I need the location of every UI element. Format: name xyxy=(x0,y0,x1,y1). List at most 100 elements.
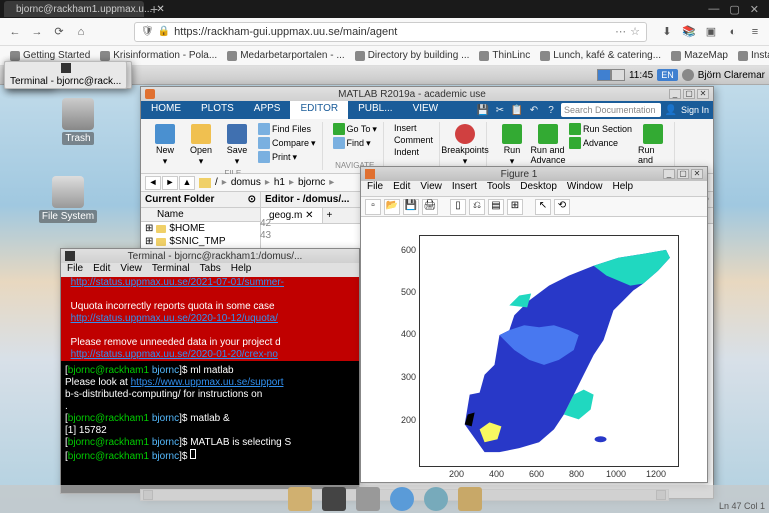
comment-button[interactable]: Comment xyxy=(392,134,435,146)
bookmark-item[interactable]: Directory by building ... xyxy=(351,49,474,62)
menu-edit[interactable]: Edit xyxy=(93,263,110,277)
indent-button[interactable]: Indent xyxy=(392,146,435,158)
menu-file[interactable]: File xyxy=(367,181,383,196)
tab-home[interactable]: HOME xyxy=(141,101,191,119)
menu-view[interactable]: View xyxy=(420,181,442,196)
print-button[interactable]: Print ▾ xyxy=(256,150,318,164)
menu-icon[interactable]: ≡ xyxy=(747,24,763,40)
tab-apps[interactable]: APPS xyxy=(244,101,291,119)
breakpoints-button[interactable]: Breakpoints▾ xyxy=(448,122,482,169)
maximize-button[interactable]: ▢ xyxy=(677,169,689,179)
menu-terminal[interactable]: Terminal xyxy=(152,263,190,277)
menu-insert[interactable]: Insert xyxy=(452,181,477,196)
print-icon[interactable]: 🖨 xyxy=(422,199,438,215)
save-icon[interactable]: 💾 xyxy=(476,103,490,117)
account-icon[interactable]: ◐ xyxy=(725,24,741,40)
find-button[interactable]: Find ▾ xyxy=(331,136,379,150)
tab-plots[interactable]: PLOTS xyxy=(191,101,244,119)
home-button[interactable]: ⌂ xyxy=(72,23,90,41)
new-figure-icon[interactable]: ▫ xyxy=(365,199,381,215)
folder-item[interactable]: ⊞$SNIC_TMP xyxy=(141,235,260,248)
path-fwd-button[interactable]: ► xyxy=(162,176,178,190)
menu-tools[interactable]: Tools xyxy=(487,181,510,196)
advance-button[interactable]: Advance xyxy=(567,136,634,150)
desktop-filesystem[interactable]: File System xyxy=(38,176,98,223)
tab-editor[interactable]: EDITOR xyxy=(290,101,348,119)
page-actions-icon[interactable]: ⋯ xyxy=(615,25,626,38)
window-minimize-icon[interactable]: — xyxy=(708,3,719,16)
bookmark-star-icon[interactable]: ☆ xyxy=(630,25,640,38)
help-icon[interactable]: ? xyxy=(544,103,558,117)
find-files-button[interactable]: Find Files xyxy=(256,122,318,136)
minimize-button[interactable]: _ xyxy=(669,89,681,99)
path-back-button[interactable]: ◄ xyxy=(145,176,161,190)
search-docs[interactable]: Search Documentation xyxy=(561,103,661,117)
menu-window[interactable]: Window xyxy=(567,181,603,196)
bookmark-item[interactable]: Lunch, kafé & catering... xyxy=(536,49,665,62)
maximize-button[interactable]: ▢ xyxy=(683,89,695,99)
menu-desktop[interactable]: Desktop xyxy=(520,181,557,196)
compare-button[interactable]: Compare ▾ xyxy=(256,136,318,150)
menu-tabs[interactable]: Tabs xyxy=(200,263,221,277)
tab-view[interactable]: VIEW xyxy=(403,101,449,119)
dock-editor-icon[interactable] xyxy=(356,487,380,511)
menu-edit[interactable]: Edit xyxy=(393,181,410,196)
dock-browser-icon[interactable] xyxy=(390,487,414,511)
matlab-titlebar[interactable]: MATLAB R2019a - academic use _ ▢ ✕ xyxy=(141,87,713,101)
window-maximize-icon[interactable]: ▢ xyxy=(729,3,739,16)
path-up-button[interactable]: ▲ xyxy=(179,176,195,190)
dock-folder-icon[interactable] xyxy=(458,487,482,511)
terminal-output[interactable]: http://status.uppmax.uu.se/2021-07-01/su… xyxy=(61,277,359,493)
tab-publish[interactable]: PUBL... xyxy=(348,101,402,119)
desktop-trash[interactable]: Trash xyxy=(48,98,108,145)
save-icon[interactable]: 💾 xyxy=(403,199,419,215)
browser-tab[interactable]: bjornc@rackham1.uppmax.u... ✕ xyxy=(4,1,144,17)
user-avatar-icon[interactable] xyxy=(682,69,694,81)
dock-files-icon[interactable] xyxy=(288,487,312,511)
back-button[interactable]: ← xyxy=(6,23,24,41)
new-tab-button[interactable]: + xyxy=(150,1,158,17)
close-button[interactable]: ✕ xyxy=(691,169,703,179)
workspace-switcher[interactable] xyxy=(597,69,625,81)
dock-terminal-icon[interactable] xyxy=(322,487,346,511)
edit-plot-icon[interactable]: ▯ xyxy=(450,199,466,215)
bookmark-item[interactable]: Medarbetarportalen - ... xyxy=(223,49,349,62)
cut-icon[interactable]: ✂ xyxy=(493,103,507,117)
forward-button[interactable]: → xyxy=(28,23,46,41)
folder-item[interactable]: ⊞$HOME xyxy=(141,222,260,235)
copy-icon[interactable]: 📋 xyxy=(510,103,524,117)
close-button[interactable]: ✕ xyxy=(697,89,709,99)
bookmark-item[interactable]: Installed Software - U... xyxy=(734,49,769,62)
link-plot-icon[interactable]: ⎌ xyxy=(469,199,485,215)
minimize-button[interactable]: _ xyxy=(663,169,675,179)
open-icon[interactable]: 📂 xyxy=(384,199,400,215)
menu-file[interactable]: File xyxy=(67,263,83,277)
goto-button[interactable]: Go To ▾ xyxy=(331,122,379,136)
colorbar-icon[interactable]: ▤ xyxy=(488,199,504,215)
reload-button[interactable]: ⟳ xyxy=(50,23,68,41)
save-button[interactable]: Save▾ xyxy=(220,122,254,169)
new-button[interactable]: New▾ xyxy=(148,122,182,169)
insert-button[interactable]: Insert xyxy=(392,122,435,134)
sidebar-icon[interactable]: ▣ xyxy=(703,24,719,40)
run-section-button[interactable]: Run Section xyxy=(567,122,634,136)
downloads-icon[interactable]: ⬇ xyxy=(659,24,675,40)
undo-icon[interactable]: ↶ xyxy=(527,103,541,117)
terminal-titlebar[interactable]: Terminal - bjornc@rackham1:/domus/... xyxy=(61,249,359,263)
cursor-icon[interactable]: ↖ xyxy=(535,199,551,215)
language-indicator[interactable]: EN xyxy=(657,69,678,81)
window-close-icon[interactable]: ✕ xyxy=(750,3,759,16)
library-icon[interactable]: 📚 xyxy=(681,24,697,40)
bookmark-item[interactable]: MazeMap xyxy=(667,49,732,62)
column-name[interactable]: Name xyxy=(157,209,184,220)
signin-icon[interactable]: 👤 xyxy=(664,103,678,117)
address-bar[interactable]: 🛡 🔒 https://rackham-gui.uppmax.uu.se/mai… xyxy=(134,22,647,42)
figure-titlebar[interactable]: Figure 1 _ ▢ ✕ xyxy=(361,167,707,181)
legend-icon[interactable]: ⊞ xyxy=(507,199,523,215)
menu-help[interactable]: Help xyxy=(231,263,252,277)
open-button[interactable]: Open▾ xyxy=(184,122,218,169)
taskbar-window-terminal[interactable]: Terminal - bjornc@rack... xyxy=(4,61,127,89)
menu-help[interactable]: Help xyxy=(613,181,634,196)
panel-menu-icon[interactable]: ⊙ xyxy=(248,194,256,205)
signin-label[interactable]: Sign In xyxy=(681,105,709,115)
